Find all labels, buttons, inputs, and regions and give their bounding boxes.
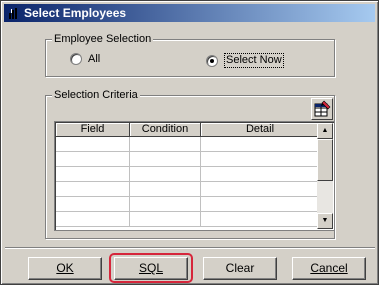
title-bar[interactable]: Select Employees	[4, 4, 375, 22]
cell-condition[interactable]	[130, 137, 201, 152]
employee-selection-group: Employee Selection All Select Now	[45, 32, 335, 77]
cell-detail[interactable]	[201, 212, 320, 227]
ok-button-label: OK	[56, 261, 74, 275]
grid-rows	[56, 137, 320, 227]
sql-button-label: SQL	[138, 261, 163, 275]
criteria-grid[interactable]: Field Condition Detail ▲ ▼	[54, 121, 335, 231]
table-row[interactable]	[56, 152, 320, 167]
radio-all[interactable]: All	[70, 53, 100, 65]
cell-condition[interactable]	[130, 197, 201, 212]
ok-button[interactable]: OK	[28, 257, 102, 280]
cell-detail[interactable]	[201, 152, 320, 167]
scroll-thumb[interactable]	[317, 139, 333, 181]
window-title: Select Employees	[24, 6, 127, 20]
cell-field[interactable]	[56, 182, 130, 197]
selection-criteria-label: Selection Criteria	[52, 88, 140, 102]
radio-all-label: All	[88, 53, 101, 65]
cell-condition[interactable]	[130, 212, 201, 227]
clear-button-label: Clear	[225, 261, 255, 275]
cell-condition[interactable]	[130, 182, 201, 197]
button-separator	[5, 247, 375, 249]
scroll-down-arrow-icon[interactable]: ▼	[317, 213, 333, 229]
cancel-button[interactable]: Cancel	[292, 257, 366, 280]
cell-detail[interactable]	[201, 182, 320, 197]
table-row[interactable]	[56, 197, 320, 212]
clear-button[interactable]: Clear	[203, 257, 277, 280]
cell-condition[interactable]	[130, 152, 201, 167]
sql-button[interactable]: SQL	[114, 257, 188, 280]
radio-select-now[interactable]: Select Now	[206, 53, 284, 68]
employee-selection-label: Employee Selection	[52, 32, 154, 46]
table-row[interactable]	[56, 182, 320, 197]
column-header-field[interactable]: Field	[56, 123, 130, 137]
table-row[interactable]	[56, 137, 320, 152]
criteria-edit-button[interactable]	[311, 98, 333, 120]
radio-select-now-label: Select Now	[224, 53, 284, 68]
cell-detail[interactable]	[201, 137, 320, 152]
cancel-button-label: Cancel	[310, 261, 348, 275]
cell-condition[interactable]	[130, 167, 201, 182]
cell-field[interactable]	[56, 167, 130, 182]
cell-field[interactable]	[56, 197, 130, 212]
column-header-condition[interactable]: Condition	[130, 123, 201, 137]
table-row[interactable]	[56, 167, 320, 182]
cell-field[interactable]	[56, 137, 130, 152]
cell-detail[interactable]	[201, 197, 320, 212]
grid-vertical-scrollbar[interactable]: ▲ ▼	[317, 123, 333, 229]
table-edit-icon	[314, 100, 331, 117]
app-icon	[9, 8, 17, 19]
cell-field[interactable]	[56, 152, 130, 167]
cell-field[interactable]	[56, 212, 130, 227]
select-employees-dialog: Select Employees Employee Selection All …	[0, 0, 379, 285]
cell-detail[interactable]	[201, 167, 320, 182]
scroll-up-arrow-icon[interactable]: ▲	[317, 123, 333, 139]
radio-select-now-indicator[interactable]	[206, 54, 218, 67]
grid-header: Field Condition Detail	[56, 123, 320, 137]
column-header-detail[interactable]: Detail	[201, 123, 320, 137]
radio-all-indicator[interactable]	[70, 53, 82, 65]
table-row[interactable]	[56, 212, 320, 227]
